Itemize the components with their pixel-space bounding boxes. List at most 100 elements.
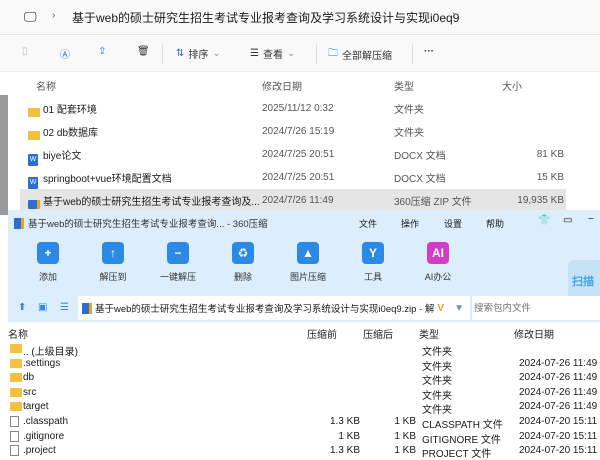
thumbnail-view-icon[interactable]: ▣ xyxy=(38,302,47,313)
computer-icon[interactable]: 🖵 xyxy=(24,9,37,25)
chevron-right-icon[interactable]: › xyxy=(452,9,455,20)
file-size: 81 KB xyxy=(536,148,564,160)
entry-date: 2024-07-26 11:49 xyxy=(519,401,598,413)
archive-row[interactable]: src 文件夹 2024-07-26 11:49 xyxy=(8,386,600,402)
copy-icon[interactable]: ▯ xyxy=(22,46,28,57)
360zip-logo-icon xyxy=(14,217,24,229)
rename-icon[interactable]: Ⓐ xyxy=(60,46,70,61)
entry-name: .project xyxy=(23,445,56,457)
file-type: 文件夹 xyxy=(394,127,424,139)
extract-all-button[interactable]: 🗀 全部解压缩 xyxy=(328,46,392,63)
file-date: 2025/11/12 0:32 xyxy=(262,102,334,114)
entry-date: 2024-07-20 15:11 xyxy=(519,416,598,427)
search-input[interactable] xyxy=(472,296,600,320)
tool-0[interactable]: + 添加 xyxy=(18,242,78,283)
feedback-icon[interactable]: ▭ xyxy=(563,215,572,226)
menu-help[interactable]: 帮助 xyxy=(486,217,504,230)
file-row[interactable]: 01 配套环境 2025/11/12 0:32 文件夹 xyxy=(20,97,566,119)
entry-after: 1 KB xyxy=(394,445,416,457)
sort-button[interactable]: ⇅ 排序 ⌄ xyxy=(176,46,221,61)
list-view-icon[interactable]: ☰ xyxy=(60,302,69,313)
file-row[interactable]: W biye论文 2024/7/25 20:51 DOCX 文档 81 KB xyxy=(20,143,566,166)
tool-icon: − xyxy=(167,242,189,264)
address-bar[interactable]: 🖵 › 基于web的硕士研究生招生考试专业报考查询及学习系统设计与实现i0eq9… xyxy=(0,0,600,35)
entry-date: 2024-07-26 11:49 xyxy=(519,372,598,384)
tool-4[interactable]: ▲ 图片压缩 xyxy=(278,242,338,283)
column-name[interactable]: 名称 xyxy=(8,326,28,341)
entry-name: target xyxy=(23,401,49,413)
tool-icon: AI xyxy=(427,242,449,264)
file-name: 基于web的硕士研究生招生考试专业报考查询及... xyxy=(43,196,260,208)
entry-date: 2024-07-20 15:11 xyxy=(519,430,598,442)
more-button[interactable]: ··· xyxy=(424,46,434,57)
tool-1[interactable]: ↑ 解压到 xyxy=(83,242,143,283)
share-icon[interactable]: ⇪ xyxy=(98,46,106,57)
sort-icon: ⇅ xyxy=(176,48,185,59)
view-icon: ☰ xyxy=(250,48,259,59)
file-row[interactable]: 基于web的硕士研究生招生考试专业报考查询及... 2024/7/26 11:4… xyxy=(20,189,566,211)
file-size: 15 KB xyxy=(536,171,564,183)
dropdown-icon[interactable]: ▼ xyxy=(454,303,464,314)
entry-name: src xyxy=(23,386,37,398)
view-button[interactable]: ☰ 查看 ⌄ xyxy=(250,46,295,61)
entry-before: 1 KB xyxy=(338,430,360,442)
window-title: 基于web的硕士研究生招生考试专业报考查询... - 360压缩 xyxy=(28,219,268,230)
entry-name: .gitignore xyxy=(23,430,65,442)
file-date: 2024/7/26 15:19 xyxy=(262,125,335,137)
file-name: springboot+vue环境配置文档 xyxy=(43,173,172,185)
scan-button[interactable]: 扫描 xyxy=(568,260,600,300)
minimize-button[interactable]: − xyxy=(588,214,594,225)
delete-icon[interactable]: 🗑 xyxy=(137,46,150,57)
column-date[interactable]: 修改日期 xyxy=(514,326,554,341)
title-bar: 基于web的硕士研究生招生考试专业报考查询... - 360压缩 文件 操作 设… xyxy=(8,210,600,236)
archive-row[interactable]: .. (上级目录) 文件夹 xyxy=(8,342,600,358)
tool-icon: ↑ xyxy=(102,242,124,264)
zip-file-icon xyxy=(82,302,92,314)
skin-icon[interactable]: 👕 xyxy=(538,215,550,226)
menu-operate[interactable]: 操作 xyxy=(401,217,419,230)
file-size: 19,935 KB xyxy=(517,194,564,206)
column-before[interactable]: 压缩前 xyxy=(307,326,337,341)
archive-row[interactable]: db 文件夹 2024-07-26 11:49 xyxy=(8,371,600,387)
tool-2[interactable]: − 一键解压 xyxy=(148,242,208,283)
file-row[interactable]: W springboot+vue环境配置文档 2024/7/25 20:51 D… xyxy=(20,166,566,189)
column-size[interactable]: 大小 xyxy=(502,78,522,93)
archive-row[interactable]: .gitignore 1 KB 1 KB GITIGNORE 文件 2024-0… xyxy=(8,430,600,446)
column-header: 名称 修改日期 类型 大小 xyxy=(0,72,600,95)
menu-file[interactable]: 文件 xyxy=(359,217,377,230)
menu-settings[interactable]: 设置 xyxy=(444,217,462,230)
entry-after: 1 KB xyxy=(394,416,416,427)
file-name: biye论文 xyxy=(43,150,82,162)
column-after[interactable]: 压缩后 xyxy=(363,326,393,341)
file-name: 02 db数据库 xyxy=(43,127,99,139)
file-type: 文件夹 xyxy=(394,104,424,116)
entry-date: 2024-07-20 15:11 xyxy=(519,445,598,457)
zip-address-bar: ⬆ ▣ ☰ 基于web的硕士研究生招生考试专业报考查询及学习系统设计与实现i0e… xyxy=(8,296,600,322)
tool-icon: ♻ xyxy=(232,242,254,264)
archive-row[interactable]: .settings 文件夹 2024-07-26 11:49 xyxy=(8,357,600,373)
breadcrumb[interactable]: 基于web的硕士研究生招生考试专业报考查询及学习系统设计与实现i0eq9 xyxy=(72,9,459,26)
tool-icon: Y xyxy=(362,242,384,264)
entry-after: 1 KB xyxy=(394,430,416,442)
column-type[interactable]: 类型 xyxy=(419,326,439,341)
tool-icon: + xyxy=(37,242,59,264)
archive-row[interactable]: target 文件夹 2024-07-26 11:49 xyxy=(8,400,600,416)
tool-3[interactable]: ♻ 删除 xyxy=(213,242,273,283)
tool-6[interactable]: AI AI办公 xyxy=(408,242,468,283)
file-type: DOCX 文档 xyxy=(394,150,446,162)
file-date: 2024/7/25 20:51 xyxy=(262,171,335,183)
scrollbar[interactable] xyxy=(0,95,8,215)
up-icon[interactable]: ⬆ xyxy=(18,302,26,313)
v-icon: V xyxy=(437,302,445,314)
column-type[interactable]: 类型 xyxy=(394,78,414,93)
tool-5[interactable]: Y 工具 xyxy=(343,242,403,283)
archive-row[interactable]: .classpath 1.3 KB 1 KB CLASSPATH 文件 2024… xyxy=(8,415,600,431)
file-row[interactable]: 02 db数据库 2024/7/26 15:19 文件夹 xyxy=(20,120,566,142)
file-name: 01 配套环境 xyxy=(43,104,97,116)
entry-name: db xyxy=(23,372,35,384)
archive-row[interactable]: .project 1.3 KB 1 KB PROJECT 文件 2024-07-… xyxy=(8,444,600,460)
column-date[interactable]: 修改日期 xyxy=(262,78,302,93)
path-field[interactable]: 基于web的硕士研究生招生考试专业报考查询及学习系统设计与实现i0eq9.zip… xyxy=(78,296,470,320)
entry-date: 2024-07-26 11:49 xyxy=(519,357,598,369)
column-name[interactable]: 名称 xyxy=(36,78,56,93)
